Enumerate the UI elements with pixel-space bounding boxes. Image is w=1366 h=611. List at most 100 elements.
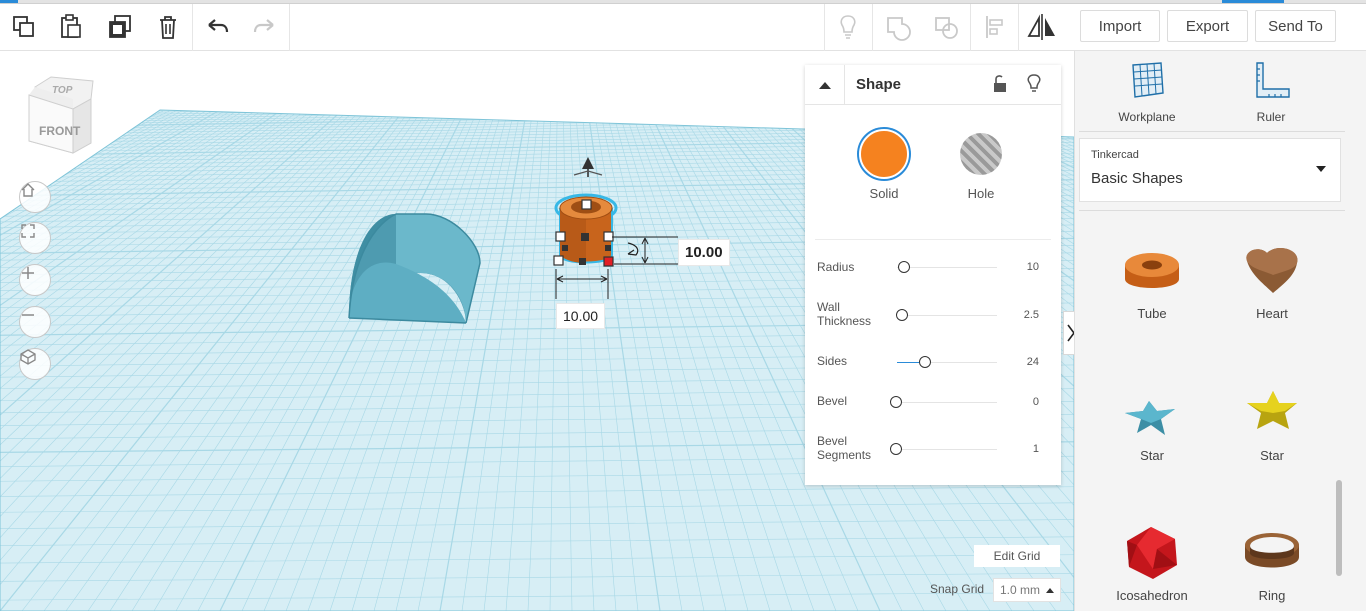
bevel-segments-slider-knob[interactable] <box>890 443 902 455</box>
mirror-icon[interactable] <box>1025 10 1059 44</box>
solid-swatch[interactable] <box>859 129 909 179</box>
bevel-value[interactable]: 0 <box>1033 396 1039 408</box>
snap-grid-value: 1.0 mm <box>1000 583 1041 597</box>
home-view-icon[interactable] <box>19 181 51 213</box>
toolbar-divider <box>970 4 971 51</box>
ungroup-icon[interactable] <box>929 10 963 44</box>
sides-param: Sides 24 <box>817 352 1049 382</box>
export-button[interactable]: Export <box>1167 10 1248 42</box>
inspector-divider <box>815 239 1051 240</box>
perspective-icon[interactable] <box>19 348 51 380</box>
solid-material-option[interactable]: Solid <box>854 129 914 201</box>
radius-label: Radius <box>817 260 855 274</box>
toolbar <box>0 4 1074 51</box>
inspector-header: Shape <box>805 65 1061 105</box>
hole-swatch[interactable] <box>960 133 1002 175</box>
group-icon[interactable] <box>881 10 915 44</box>
wall-thickness-param: Wall Thickness 2.5 <box>817 298 1049 334</box>
workplane-tool[interactable]: Workplane <box>1097 61 1197 124</box>
snap-grid-label: Snap Grid <box>930 582 985 596</box>
radius-slider-knob[interactable] <box>898 261 910 273</box>
redo-icon[interactable] <box>247 10 281 44</box>
tinkercad-editor: Import Export Send To TOP FRONT 10.00 10… <box>0 0 1366 611</box>
view-cube-top-label: TOP <box>52 85 73 96</box>
bevel-segments-param: Bevel Segments 1 <box>817 433 1049 469</box>
ruler-tool[interactable]: Ruler <box>1221 61 1321 124</box>
header: Import Export Send To <box>1074 4 1366 51</box>
shape-library-select[interactable]: Tinkercad Basic Shapes <box>1079 138 1341 202</box>
wall-thickness-slider-knob[interactable] <box>896 309 908 321</box>
shape-item-tube[interactable]: Tube <box>1097 241 1207 321</box>
panel-divider <box>1079 210 1345 211</box>
visibility-bulb-icon[interactable] <box>1025 73 1043 100</box>
caret-up-icon <box>1046 588 1055 593</box>
tube-shape-selected[interactable] <box>553 193 618 267</box>
bevel-segments-value[interactable]: 1 <box>1033 443 1039 455</box>
star-icon <box>1125 401 1175 435</box>
bevel-slider-knob[interactable] <box>890 396 902 408</box>
chevron-down-icon <box>1316 166 1326 172</box>
shape-item-icosahedron[interactable]: Icosahedron <box>1097 523 1207 603</box>
toolbar-divider <box>192 4 193 51</box>
wall-thickness-label: Wall Thickness <box>817 300 872 328</box>
import-button[interactable]: Import <box>1080 10 1160 42</box>
zoom-out-icon[interactable] <box>19 306 51 338</box>
shape-label: Heart <box>1256 306 1288 321</box>
heart-icon <box>1246 248 1298 293</box>
ruler-label: Ruler <box>1256 110 1286 124</box>
bevel-slider-track[interactable] <box>897 402 997 403</box>
shape-label: Star <box>1140 448 1164 463</box>
shape-item-star-yellow[interactable]: Star <box>1217 383 1327 463</box>
collapse-icon[interactable] <box>805 65 845 105</box>
accent-bar <box>0 0 18 3</box>
hole-label: Hole <box>967 186 995 201</box>
workplane-icon <box>1132 62 1164 98</box>
paste-icon[interactable] <box>54 10 88 44</box>
delete-icon[interactable] <box>151 10 185 44</box>
fit-view-icon[interactable] <box>19 222 51 254</box>
accent-bar <box>1222 0 1284 3</box>
icosahedron-icon <box>1127 527 1177 579</box>
undo-icon[interactable] <box>201 10 235 44</box>
shape-inspector: Shape Solid Hole Radius 10 Wall Thicknes… <box>805 65 1061 485</box>
shape-label: Star <box>1260 448 1284 463</box>
wall-thickness-slider-track[interactable] <box>897 315 997 316</box>
align-icon[interactable] <box>978 10 1012 44</box>
lightbulb-icon[interactable] <box>831 10 865 44</box>
panel-scrollbar[interactable] <box>1336 480 1342 576</box>
shape-item-ring[interactable]: Ring <box>1217 523 1327 603</box>
hole-material-option[interactable]: Hole <box>951 129 1011 201</box>
view-cube-front-label: FRONT <box>39 124 81 138</box>
view-cube[interactable]: TOP FRONT <box>25 75 97 157</box>
copy-icon[interactable] <box>7 10 41 44</box>
height-dimension-input[interactable]: 10.00 <box>678 239 730 266</box>
radius-value[interactable]: 10 <box>1027 261 1039 273</box>
toolbar-divider <box>289 4 290 51</box>
bevel-segments-slider-track[interactable] <box>897 449 997 450</box>
radius-slider-track[interactable] <box>897 267 997 268</box>
zoom-in-icon[interactable] <box>19 264 51 296</box>
tube-icon <box>1125 253 1179 288</box>
shape-label: Tube <box>1137 306 1167 321</box>
shape-label: Icosahedron <box>1116 588 1188 603</box>
ring-icon <box>1245 533 1299 568</box>
shape-item-heart[interactable]: Heart <box>1217 241 1327 321</box>
send-to-button[interactable]: Send To <box>1255 10 1336 42</box>
library-name: Basic Shapes <box>1091 170 1183 187</box>
edit-grid-button[interactable]: Edit Grid <box>974 545 1060 567</box>
width-dimension-input[interactable]: 10.00 <box>556 303 606 329</box>
sides-label: Sides <box>817 354 848 368</box>
shape-label: Ring <box>1258 588 1286 603</box>
wall-thickness-value[interactable]: 2.5 <box>1024 309 1039 321</box>
right-panel: Workplane Ruler Tinkercad Basic Shapes T… <box>1074 51 1366 611</box>
lock-icon[interactable] <box>991 74 1009 99</box>
panel-divider <box>1079 131 1345 132</box>
workplane-label: Workplane <box>1118 110 1176 124</box>
solid-label: Solid <box>869 186 899 201</box>
snap-grid-select[interactable]: 1.0 mm <box>993 578 1061 602</box>
sides-slider-fill <box>897 362 919 363</box>
shape-item-star-teal[interactable]: Star <box>1097 383 1207 463</box>
sides-value[interactable]: 24 <box>1027 356 1039 368</box>
duplicate-icon[interactable] <box>103 10 137 44</box>
sides-slider-knob[interactable] <box>919 356 931 368</box>
